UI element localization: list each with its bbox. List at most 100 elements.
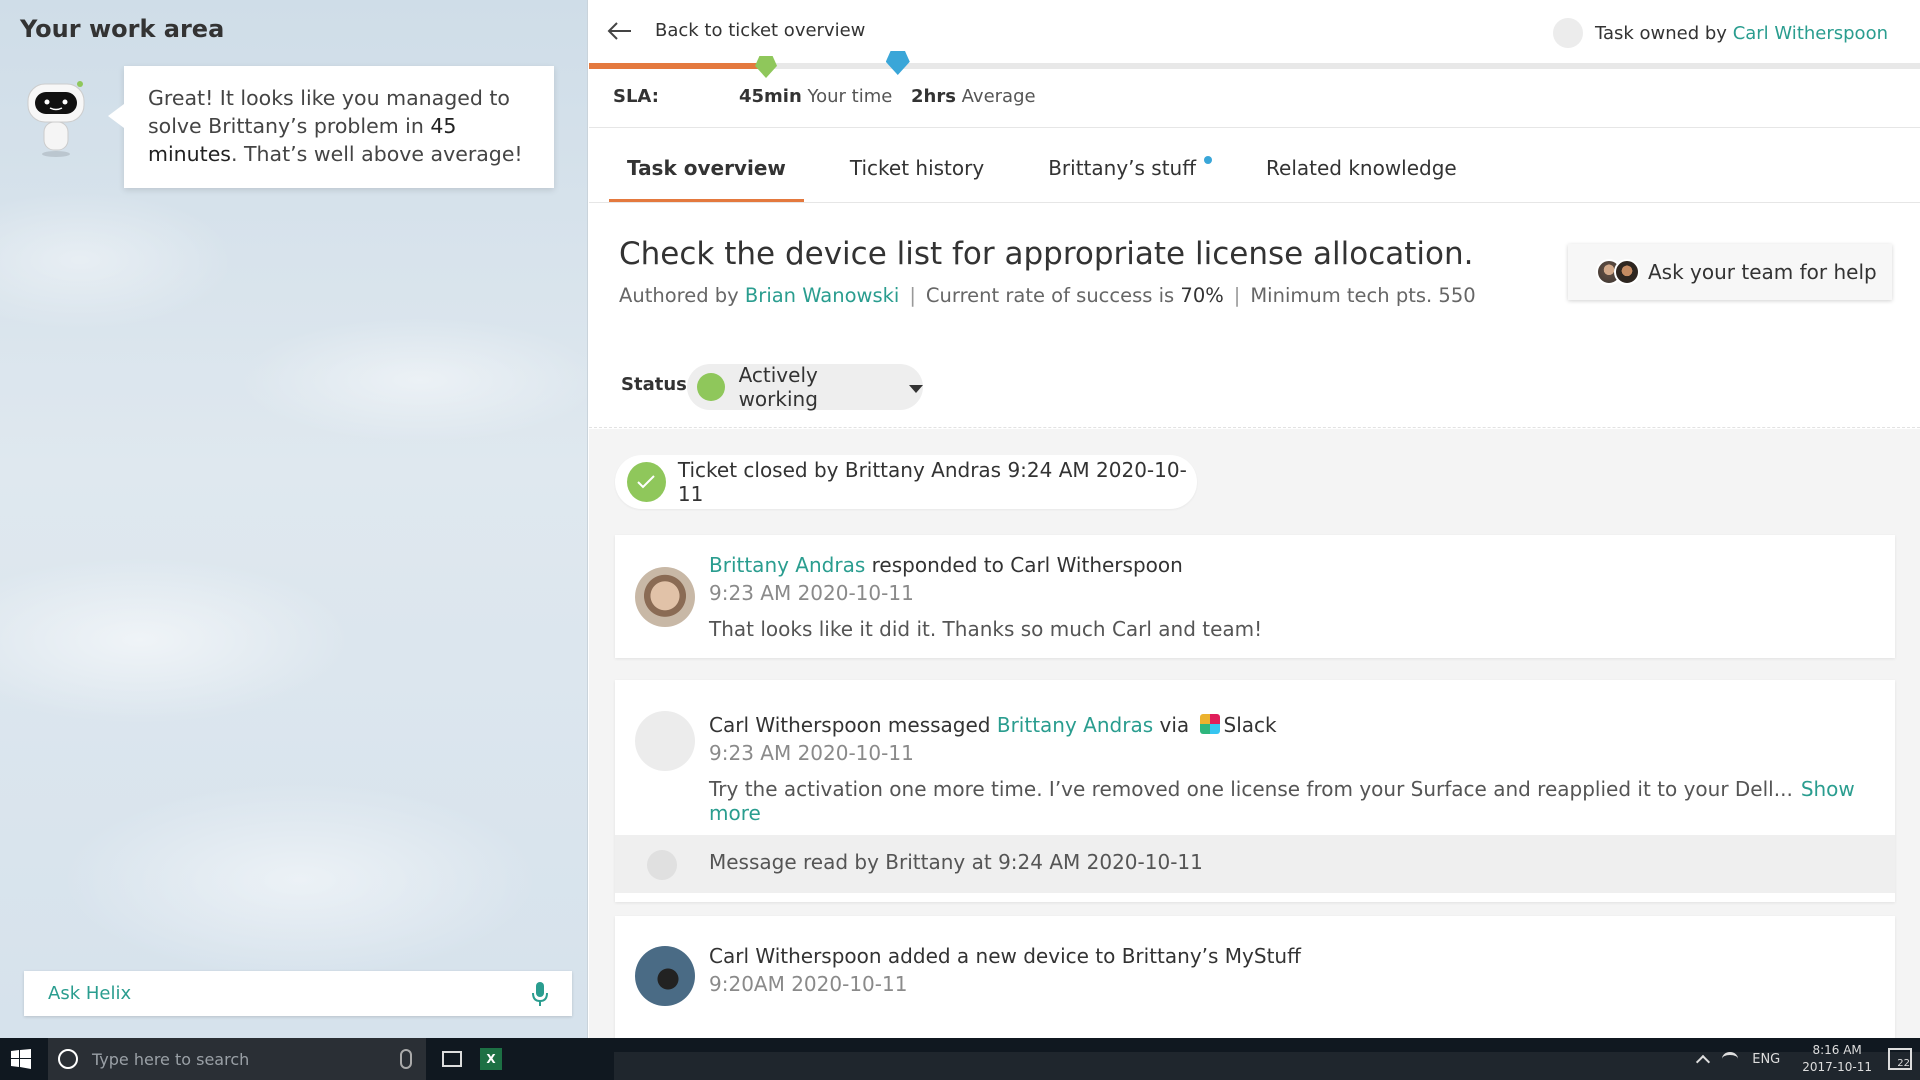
authored-prefix: Authored by — [619, 284, 739, 307]
status-section: Status Actively working — [589, 350, 1920, 428]
separator: | — [1233, 284, 1241, 307]
work-area-title: Your work area — [20, 15, 225, 43]
tab-task-overview[interactable]: Task overview — [609, 128, 804, 202]
helix-message-bubble: Great! It looks like you managed to solv… — [108, 66, 554, 188]
windows-taskbar: Type here to search X ENG 8:16 AM 2017-1… — [0, 1038, 1920, 1080]
tab-label: Ticket history — [849, 156, 985, 180]
ask-team-help-button[interactable]: Ask your team for help — [1568, 244, 1892, 300]
microphone-icon[interactable] — [400, 1049, 412, 1069]
system-tray: ENG 8:16 AM 2017-10-11 22 — [1696, 1038, 1920, 1080]
clock[interactable]: 8:16 AM 2017-10-11 — [1802, 1042, 1872, 1076]
feed-item: Carl Witherspoon added a new device to B… — [615, 916, 1895, 1038]
language-indicator[interactable]: ENG — [1752, 1052, 1780, 1067]
check-icon — [627, 462, 666, 502]
feed-body: That looks like it did it. Thanks so muc… — [709, 617, 1263, 641]
success-prefix: Current rate of success is — [925, 284, 1175, 307]
status-label: Status — [621, 374, 687, 395]
actor-link[interactable]: Brittany Andras — [709, 553, 865, 577]
task-meta: Authored by Brian Wanowski | Current rate … — [619, 284, 1476, 307]
task-title: Check the device list for appropriate li… — [619, 236, 1474, 272]
device-avatar — [635, 946, 695, 1006]
success-rate: 70% — [1180, 284, 1224, 307]
ticket-closed-text: Ticket closed by Brittany Andras 9:24 AM… — [677, 458, 1187, 506]
feed-timestamp: 9:20AM 2020-10-11 — [709, 972, 908, 996]
activity-feed[interactable]: Ticket closed by Brittany Andras 9:24 AM… — [589, 429, 1920, 1038]
notification-count: 22 — [1897, 1058, 1910, 1069]
reader-avatar — [647, 850, 677, 880]
notification-dot-icon — [1204, 156, 1213, 164]
work-area-panel: Your work area Great! It looks like you … — [0, 0, 588, 1038]
sla-label: SLA: — [613, 86, 659, 107]
back-arrow-icon[interactable] — [607, 18, 633, 44]
feed-channel: Slack — [1223, 713, 1277, 737]
chevron-down-icon — [909, 384, 923, 393]
tab-label: Related knowledge — [1266, 156, 1457, 180]
help-button-label: Ask your team for help — [1648, 260, 1877, 284]
ticket-closed-badge: Ticket closed by Brittany Andras 9:24 AM… — [615, 455, 1197, 509]
divider — [589, 202, 1920, 203]
search-placeholder: Type here to search — [92, 1049, 250, 1069]
read-receipt-text: Message read by Brittany at 9:24 AM 2020… — [709, 850, 1203, 874]
tab-label: Task overview — [627, 156, 786, 180]
windows-start-icon[interactable] — [10, 1048, 32, 1070]
feed-action: responded to Carl Witherspoon — [865, 553, 1183, 577]
wifi-icon[interactable] — [1722, 1052, 1739, 1066]
feed-item: Carl Witherspoon messaged Brittany Andra… — [615, 680, 1895, 902]
feed-timestamp: 9:23 AM 2020-10-11 — [709, 741, 914, 765]
average-time-marker-icon — [885, 51, 910, 75]
status-value: Actively working — [738, 363, 818, 411]
tab-label: Brittany’s stuff — [1048, 156, 1197, 180]
author-link[interactable]: Brian Wanowski — [745, 284, 899, 307]
task-view-icon[interactable] — [442, 1051, 462, 1067]
top-bar: Back to ticket overview Task owned by Ca… — [589, 0, 1920, 64]
feed-actor: Carl Witherspoon messaged — [709, 713, 997, 737]
tab-related-knowledge[interactable]: Related knowledge — [1248, 128, 1475, 202]
helix-robot-icon — [27, 81, 85, 157]
target-link[interactable]: Brittany Andras — [997, 713, 1153, 737]
status-dropdown[interactable]: Actively working — [687, 363, 923, 411]
owner-avatar — [1552, 18, 1583, 48]
message-preview: Try the activation one more time. I’ve r… — [709, 777, 1793, 801]
sla-row: SLA: 45min Your time 2hrs Average — [613, 86, 1913, 112]
microphone-icon[interactable] — [532, 981, 548, 1007]
avatar — [635, 711, 695, 771]
clock-time: 8:16 AM — [1812, 1043, 1862, 1057]
feed-item-header: Carl Witherspoon messaged Brittany Andra… — [709, 713, 1277, 737]
sla-avg-value: 2hrs — [911, 86, 956, 107]
chevron-up-icon[interactable] — [1696, 1054, 1711, 1070]
owner-name-link[interactable]: Carl Witherspoon — [1733, 23, 1888, 44]
your-time-marker-icon — [755, 56, 778, 78]
taskbar-search-input[interactable]: Type here to search — [48, 1038, 426, 1080]
ticket-detail-panel: Back to ticket overview Task owned by Ca… — [589, 0, 1920, 1038]
excel-icon[interactable]: X — [480, 1048, 502, 1070]
feed-item-header: Brittany Andras responded to Carl Wither… — [709, 553, 1183, 577]
team-avatar — [1614, 259, 1640, 285]
tab-brittanys-stuff[interactable]: Brittany’s stuff — [1030, 128, 1220, 202]
ask-helix-placeholder: Ask Helix — [48, 983, 132, 1004]
separator: | — [909, 284, 916, 307]
back-to-overview-link[interactable]: Back to ticket overview — [655, 20, 865, 41]
feed-body: Try the activation one more time. I’ve r… — [709, 777, 1895, 825]
read-receipt: Message read by Brittany at 9:24 AM 2020… — [615, 835, 1895, 893]
sla-progress-fill — [589, 63, 767, 69]
tab-bar: Task overview Ticket history Brittany’s … — [609, 128, 1503, 202]
clock-date: 2017-10-11 — [1802, 1060, 1872, 1074]
sla-your-value: 45min — [739, 86, 802, 107]
avatar — [635, 567, 695, 627]
feed-item: Brittany Andras responded to Carl Wither… — [615, 535, 1895, 658]
feed-item-header: Carl Witherspoon added a new device to B… — [709, 944, 1301, 968]
feed-timestamp: 9:23 AM 2020-10-11 — [709, 581, 914, 605]
min-tech-pts: Minimum tech pts. 550 — [1250, 284, 1476, 307]
sla-your-label: Your time — [807, 86, 893, 107]
ask-helix-input[interactable]: Ask Helix — [24, 971, 572, 1016]
notification-center-icon[interactable]: 22 — [1888, 1048, 1912, 1070]
slack-icon — [1199, 714, 1220, 734]
tab-ticket-history[interactable]: Ticket history — [832, 128, 1002, 202]
sla-your-time: 45min Your time — [739, 86, 892, 107]
sla-avg-label: Average — [961, 86, 1036, 107]
sla-average: 2hrs Average — [911, 86, 1036, 107]
cortana-icon — [58, 1049, 78, 1069]
task-owner: Task owned by Carl Witherspoon — [1552, 18, 1888, 48]
bubble-text-post: . That’s well above average! — [230, 142, 523, 166]
sla-progress-track — [589, 51, 1920, 78]
